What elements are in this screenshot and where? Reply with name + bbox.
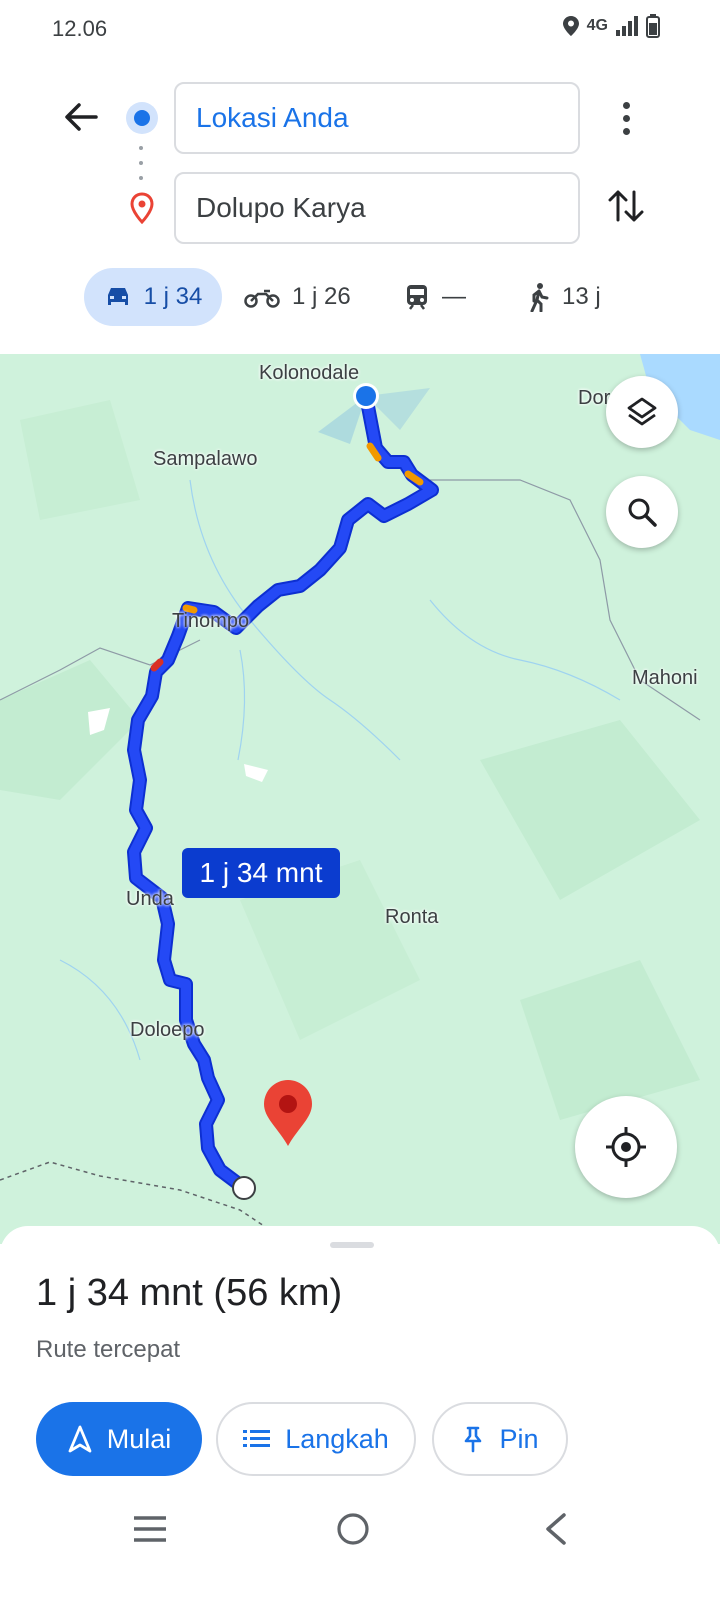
map-search-button[interactable] — [606, 476, 678, 548]
mode-walk-tab[interactable]: 13 j — [526, 268, 601, 326]
steps-button[interactable]: Langkah — [216, 1402, 416, 1476]
motorcycle-icon — [244, 289, 280, 308]
mode-motorcycle-label: 1 j 26 — [292, 283, 351, 310]
start-button[interactable]: Mulai — [36, 1402, 202, 1476]
mode-walk-label: 13 j — [562, 283, 601, 310]
mode-transit-tab[interactable]: — — [404, 268, 466, 326]
walk-icon — [530, 283, 549, 312]
route-duration-badge[interactable]: 1 j 34 mnt — [182, 848, 340, 898]
sheet-drag-handle[interactable] — [330, 1242, 374, 1248]
pin-button-label: Pin — [499, 1423, 539, 1454]
mode-car-label: 1 j 34 — [143, 283, 203, 310]
network-label: 4G — [586, 17, 608, 34]
recent-apps-icon[interactable] — [132, 1514, 168, 1544]
map-label-undano: Unda — [126, 888, 174, 910]
map-label-kolonodale: Kolonodale — [259, 362, 360, 384]
map-label-ronta: Ronta — [385, 906, 439, 928]
navigation-arrow-icon — [68, 1425, 92, 1453]
location-icon — [562, 16, 579, 36]
origin-field[interactable]: Lokasi Anda — [174, 82, 580, 154]
mode-car-tab[interactable]: 1 j 34 — [84, 268, 222, 326]
start-button-label: Mulai — [106, 1423, 172, 1454]
status-time: 12.06 — [52, 16, 108, 41]
list-icon — [243, 1430, 271, 1447]
layers-button[interactable] — [606, 376, 678, 448]
layers-icon — [627, 397, 657, 426]
map-view[interactable]: Kolonodale Dor Sampalawo Tinompo Mahoni … — [0, 354, 720, 1244]
route-subtext: Rute tercepat — [36, 1336, 181, 1363]
route-connector — [139, 146, 143, 180]
train-icon — [407, 285, 427, 310]
swap-icon[interactable] — [604, 184, 648, 228]
pushpin-icon — [465, 1426, 482, 1453]
back-button[interactable] — [58, 94, 104, 140]
arrow-left-icon — [65, 103, 98, 131]
destination-pin-icon — [130, 192, 154, 224]
mode-motorcycle-tab[interactable]: 1 j 26 — [244, 268, 351, 326]
map-label-sampalawo: Sampalawo — [153, 448, 258, 470]
map-label-doloepo: Doloepo — [130, 1019, 205, 1041]
system-nav-bar — [0, 1500, 720, 1600]
route-summary: 1 j 34 mnt (56 km) — [36, 1272, 343, 1314]
steps-button-label: Langkah — [285, 1423, 389, 1454]
signal-icon — [616, 16, 638, 36]
my-location-button[interactable] — [575, 1096, 677, 1198]
more-options-button[interactable] — [610, 96, 642, 140]
battery-icon — [646, 14, 660, 38]
destination-field[interactable]: Dolupo Karya — [174, 172, 580, 244]
mode-transit-label: — — [442, 283, 466, 310]
pin-button[interactable]: Pin — [432, 1402, 568, 1476]
back-nav-icon[interactable] — [542, 1512, 570, 1546]
home-icon[interactable] — [336, 1512, 370, 1546]
search-icon — [628, 498, 657, 527]
map-label-mahoni: Mahoni — [632, 667, 698, 689]
map-label-tinompo: Tinompo — [172, 610, 250, 632]
origin-dot-icon — [126, 102, 158, 134]
car-icon — [107, 288, 128, 305]
crosshair-icon — [606, 1127, 646, 1167]
status-icons: 4G — [562, 14, 660, 38]
